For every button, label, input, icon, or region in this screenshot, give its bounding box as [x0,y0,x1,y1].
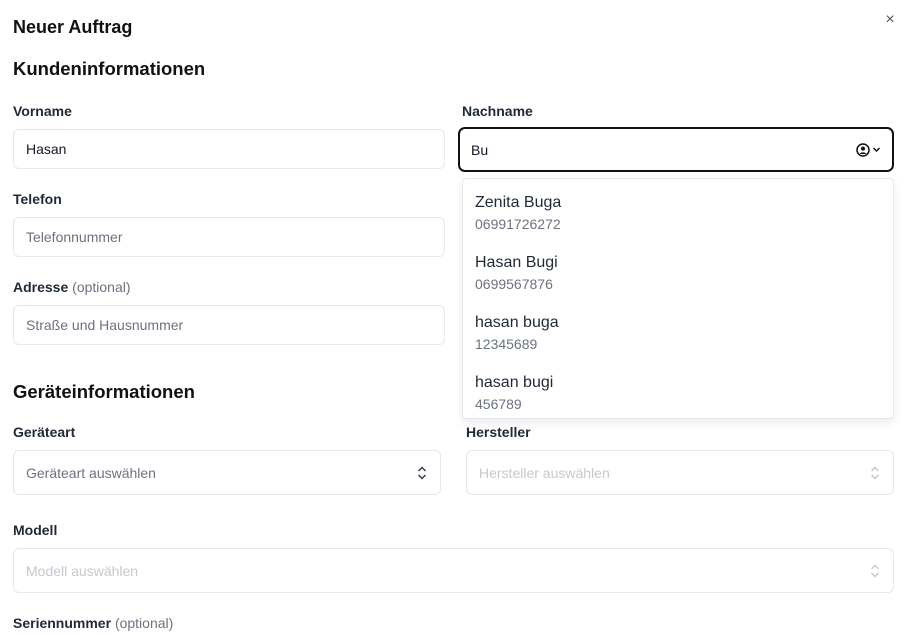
suggestion-item[interactable]: hasan bugi 456789 [463,373,893,433]
dialog-title: Neuer Auftrag [13,17,133,37]
user-circle-icon [856,142,870,157]
chevron-up-down-icon [416,464,428,482]
address-optional-hint: (optional) [72,279,131,295]
address-label-text: Adresse [13,279,69,295]
chevron-down-icon [872,147,881,153]
model-placeholder: Modell auswählen [26,562,139,579]
last-name-field[interactable]: Bu [458,127,894,172]
suggestion-phone: 12345689 [475,336,538,352]
suggestion-phone: 0699567876 [475,276,553,292]
phone-field[interactable]: Telefonnummer [13,217,445,257]
phone-label: Telefon [13,191,62,207]
suggestion-item[interactable]: Zenita Buga 06991726272 [463,193,893,253]
serial-optional-hint: (optional) [114,615,174,631]
device-section-title: Geräteinformationen [13,381,195,402]
manufacturer-placeholder: Hersteller auswählen [479,464,610,481]
close-icon[interactable]: × [880,10,900,30]
suggestion-name: Zenita Buga [475,194,562,211]
model-label: Modell [13,522,58,538]
customer-section-title: Kundeninformationen [13,58,206,79]
suggestion-item[interactable]: Hasan Bugi 0699567876 [463,253,893,313]
manufacturer-select[interactable]: Hersteller auswählen [466,450,894,495]
suggestion-name: hasan buga [475,314,559,331]
first-name-field[interactable]: Hasan [13,129,445,169]
device-type-label: Geräteart [13,424,76,440]
address-field[interactable]: Straße und Hausnummer [13,305,445,345]
last-name-value: Bu [471,141,489,158]
address-placeholder: Straße und Hausnummer [26,317,184,333]
device-type-select[interactable]: Geräteart auswählen [13,450,441,495]
chevron-up-down-icon [869,562,881,580]
serial-label-text: Seriennummer [13,615,112,631]
serial-label: Seriennummer (optional) [13,615,173,631]
suggestion-name: Hasan Bugi [475,254,558,271]
first-name-label: Vorname [13,103,72,119]
customer-lookup-icon[interactable] [856,142,881,157]
suggestion-name: hasan bugi [475,374,554,391]
suggestion-phone: 06991726272 [475,216,561,232]
address-label: Adresse (optional) [13,279,131,295]
first-name-value: Hasan [26,141,67,157]
model-select[interactable]: Modell auswählen [13,548,894,593]
suggestion-phone: 456789 [475,396,522,412]
customer-suggestions-dropdown: Zenita Buga 06991726272 Hasan Bugi 06995… [462,178,894,419]
phone-placeholder: Telefonnummer [26,229,123,245]
chevron-up-down-icon [869,464,881,482]
new-order-dialog: Neuer Auftrag × Kundeninformationen Vorn… [0,0,912,635]
suggestion-item[interactable]: hasan buga 12345689 [463,313,893,373]
last-name-label: Nachname [462,103,533,119]
device-type-placeholder: Geräteart auswählen [26,464,156,481]
